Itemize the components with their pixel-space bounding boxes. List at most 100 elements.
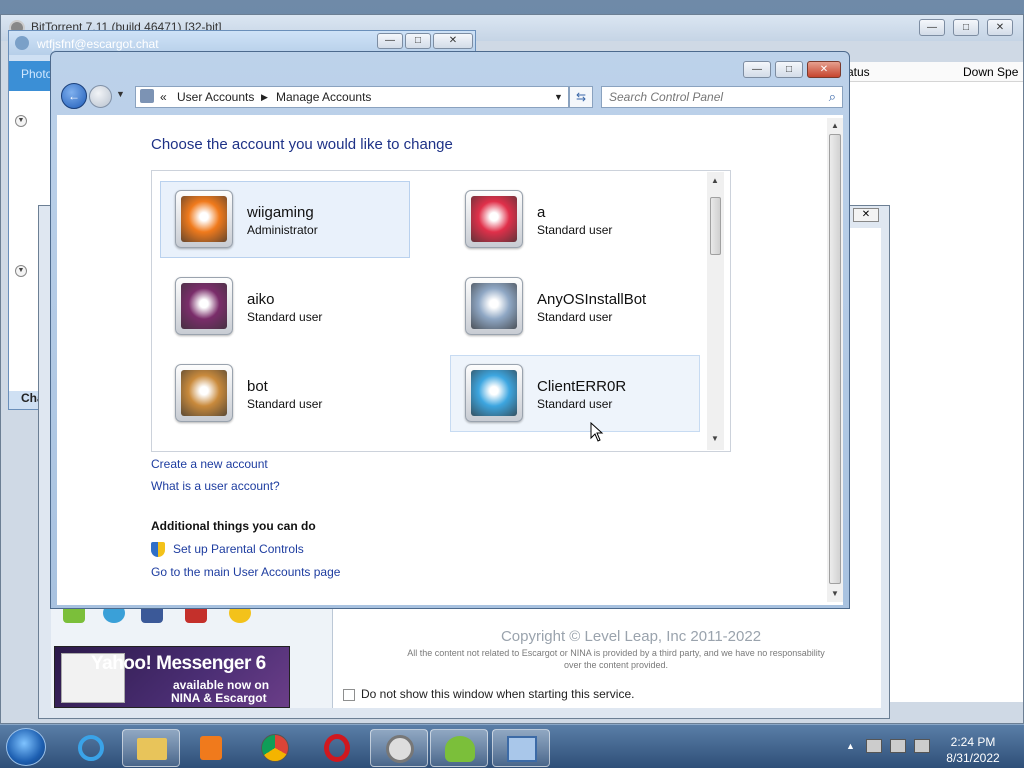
yahoo-messenger-ad[interactable]: Yahoo! Messenger 6 available now on NINA… [54, 646, 290, 708]
account-tile[interactable]: ClientERR0R Standard user [450, 355, 700, 432]
search-icon[interactable]: ⌕ [829, 89, 836, 105]
minimize-button[interactable]: — [377, 33, 403, 49]
account-list: wiigaming Administrator a Standard user aiko… [151, 170, 731, 452]
breadcrumb-arrow-icon[interactable]: ▶ [261, 92, 268, 103]
clock-date: 8/31/2022 [946, 751, 1000, 765]
account-name: AnyOSInstallBot [537, 291, 647, 308]
address-toolbar: ← ▼ « User Accounts ▶ Manage Accounts ▼ … [57, 82, 843, 112]
column-down-speed[interactable]: Down Spe [963, 65, 1018, 79]
recent-pages-icon[interactable]: ▼ [116, 89, 125, 99]
dont-show-label[interactable]: Do not show this window when starting th… [361, 687, 634, 701]
ad-line2: NINA & Escargot [171, 691, 267, 705]
start-button[interactable] [6, 728, 46, 766]
account-tile[interactable]: wiigaming Administrator [160, 181, 410, 258]
account-tile[interactable]: AnyOSInstallBot Standard user [450, 268, 700, 345]
account-name: wiigaming [247, 204, 314, 221]
minimize-button[interactable]: — [919, 19, 945, 36]
account-picture [465, 364, 523, 422]
address-bar[interactable]: « User Accounts ▶ Manage Accounts ▼ [135, 86, 569, 108]
taskbar-chrome[interactable] [246, 729, 304, 767]
refresh-button[interactable]: ⇆ [569, 86, 593, 108]
account-list-scrollbar[interactable]: ▲ ▼ [707, 172, 724, 450]
account-role: Standard user [247, 397, 323, 411]
account-name: a [537, 204, 546, 221]
close-button[interactable]: ✕ [987, 19, 1013, 36]
dont-show-checkbox[interactable] [343, 689, 355, 701]
maximize-button[interactable]: □ [775, 61, 803, 78]
taskbar: ▲ 2:24 PM 8/31/2022 [0, 724, 1024, 768]
breadcrumb-overflow[interactable]: « [160, 90, 167, 104]
account-role: Standard user [247, 310, 323, 324]
account-name: ClientERR0R [537, 378, 627, 395]
close-button[interactable]: ✕ [807, 61, 841, 78]
taskbar-control-panel[interactable] [492, 729, 550, 767]
account-name: bot [247, 378, 268, 395]
additional-heading: Additional things you can do [151, 519, 316, 533]
clock-time: 2:24 PM [950, 735, 996, 749]
breadcrumb-manage-accounts[interactable]: Manage Accounts [276, 90, 371, 104]
network-icon[interactable] [890, 739, 906, 753]
account-picture [175, 190, 233, 248]
expand-icon[interactable]: ▼ [15, 265, 27, 277]
page-scrollbar[interactable]: ▲ ▼ [827, 118, 843, 602]
scrollbar-thumb[interactable] [829, 134, 841, 584]
control-panel-icon [507, 736, 537, 762]
volume-icon[interactable] [914, 739, 930, 753]
page-heading: Choose the account you would like to cha… [151, 136, 453, 153]
maximize-button[interactable]: □ [405, 33, 431, 49]
close-button[interactable]: ✕ [433, 33, 473, 49]
escargot-title: wtfjsfnf@escargot.chat [37, 37, 159, 51]
scroll-down-icon[interactable]: ▼ [831, 589, 839, 598]
close-button[interactable]: ✕ [853, 208, 879, 222]
breadcrumb-user-accounts[interactable]: User Accounts [177, 90, 254, 104]
account-role: Administrator [247, 223, 318, 237]
taskbar-opera[interactable] [308, 729, 366, 767]
control-panel-content: Choose the account you would like to cha… [57, 115, 843, 605]
create-account-link[interactable]: Create a new account [151, 457, 268, 471]
what-is-user-account-link[interactable]: What is a user account? [151, 479, 280, 493]
copyright: Copyright © Level Leap, Inc 2011-2022 [500, 628, 762, 645]
expand-icon[interactable]: ▼ [15, 115, 27, 127]
orange-flower-picture [181, 196, 227, 242]
ad-line1: available now on [173, 678, 270, 692]
action-center-icon[interactable] [866, 739, 882, 753]
taskbar-bittorrent[interactable] [370, 729, 428, 767]
maximize-button[interactable]: □ [953, 19, 979, 36]
account-tile[interactable]: a Standard user [450, 181, 700, 258]
scroll-up-icon[interactable]: ▲ [711, 176, 719, 185]
taskbar-escargot[interactable] [430, 729, 488, 767]
parental-controls-link[interactable]: Set up Parental Controls [173, 542, 304, 556]
show-hidden-icons[interactable]: ▲ [846, 741, 855, 751]
scrollbar-thumb[interactable] [710, 197, 721, 255]
people-icon [15, 36, 29, 50]
people-icon [445, 736, 475, 762]
main-user-accounts-link[interactable]: Go to the main User Accounts page [151, 565, 340, 579]
folder-icon [137, 738, 167, 760]
purple-ball-picture [181, 283, 227, 329]
address-dropdown-icon[interactable]: ▼ [554, 92, 563, 102]
account-name: aiko [247, 291, 275, 308]
account-tile[interactable]: bot Standard user [160, 355, 410, 432]
minimize-button[interactable]: — [743, 61, 771, 78]
taskbar-internet-explorer[interactable] [62, 729, 120, 767]
disclaimer-line1: All the content not related to Escargot … [407, 648, 825, 658]
search-input[interactable]: Search Control Panel [609, 90, 723, 104]
account-role: Standard user [537, 310, 613, 324]
scroll-up-icon[interactable]: ▲ [831, 121, 839, 130]
taskbar-explorer[interactable] [122, 729, 180, 767]
red-star-picture [471, 196, 517, 242]
account-tile[interactable]: aiko Standard user [160, 268, 410, 345]
photo-tab[interactable]: Photo [21, 67, 52, 81]
search-box[interactable]: Search Control Panel ⌕ [601, 86, 843, 108]
pinwheel-picture [471, 370, 517, 416]
taskbar-media-player[interactable] [182, 729, 240, 767]
forward-button[interactable] [89, 85, 112, 108]
back-button[interactable]: ← [61, 83, 87, 109]
clock[interactable]: 2:24 PM 8/31/2022 [944, 734, 1002, 766]
scroll-down-icon[interactable]: ▼ [711, 434, 719, 443]
opera-icon [324, 734, 350, 762]
media-icon [200, 736, 222, 760]
control-panel-window: — □ ✕ ← ▼ « User Accounts ▶ Manage Accou… [50, 51, 850, 609]
account-picture [175, 277, 233, 335]
column-status[interactable]: atus [847, 65, 870, 79]
